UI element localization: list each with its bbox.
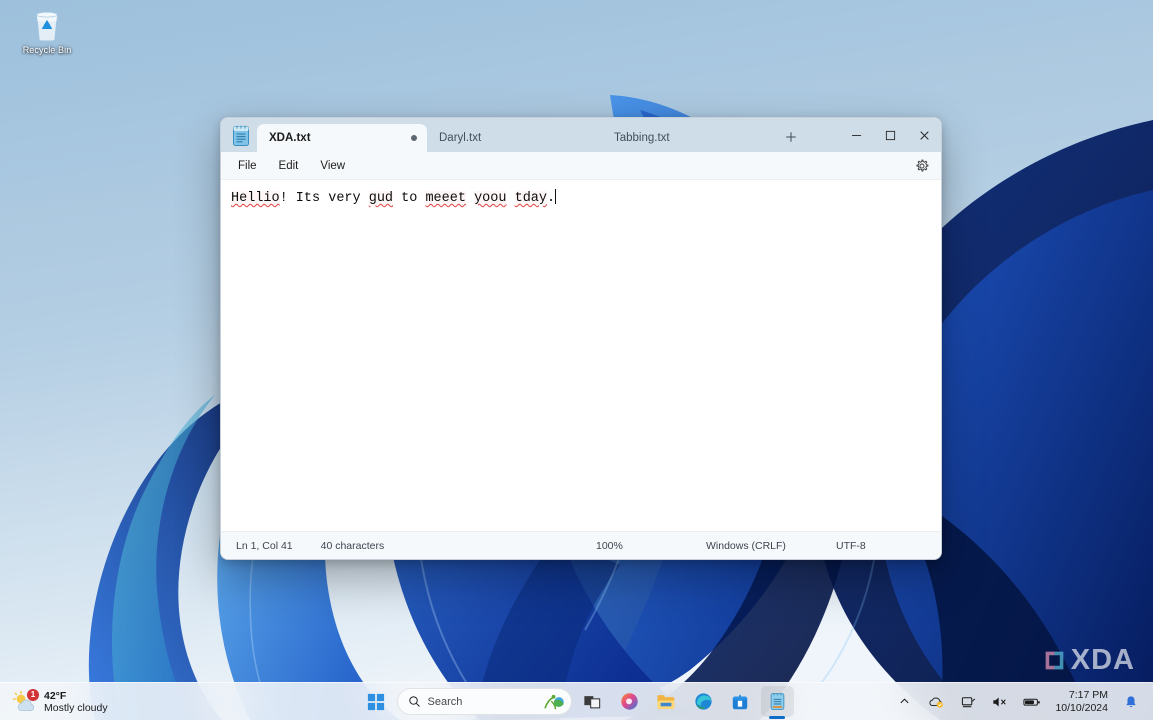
minimize-button[interactable]	[839, 118, 873, 152]
taskbar-copilot-button[interactable]	[613, 686, 646, 717]
edge-icon	[694, 693, 712, 710]
plus-icon	[786, 132, 796, 142]
new-tab-button[interactable]	[777, 124, 805, 150]
tray-onedrive-button[interactable]	[921, 688, 951, 716]
menu-bar[interactable]: File Edit View	[221, 152, 941, 180]
bell-icon	[1126, 695, 1136, 707]
text-run	[506, 191, 514, 206]
desktop: Recycle Bin XDA.txt Daryl.txt Tabbing.tx…	[0, 0, 1153, 720]
text-editor-area[interactable]: Hellio! Its very gud to meeet yoou tday.	[221, 180, 941, 531]
misspelled-word: tday	[514, 191, 547, 206]
partly-cloudy-icon: 1	[12, 688, 39, 714]
close-icon	[919, 130, 929, 140]
copilot-icon	[620, 693, 638, 710]
status-zoom-level[interactable]: 100%	[596, 540, 706, 552]
notification-center-button[interactable]	[1116, 688, 1146, 716]
status-right-group: 100% Windows (CRLF) UTF-8	[596, 540, 941, 552]
tray-battery-button[interactable]	[1017, 688, 1047, 716]
tray-network-button[interactable]	[953, 688, 983, 716]
gear-icon	[916, 159, 929, 172]
microsoft-store-icon	[732, 694, 748, 709]
unsaved-changes-dot	[411, 135, 417, 141]
taskbar-edge-button[interactable]	[687, 686, 720, 717]
task-view-icon	[584, 695, 601, 708]
notepad-icon	[231, 125, 251, 147]
status-bar: Ln 1, Col 41 40 characters 100% Windows …	[221, 531, 941, 559]
xda-watermark: XDA	[1043, 644, 1135, 677]
settings-button[interactable]	[911, 155, 933, 177]
maximize-button[interactable]	[873, 118, 907, 152]
text-run: ! Its very	[279, 191, 369, 206]
weather-text-group: 42°F Mostly cloudy	[44, 690, 108, 714]
misspelled-word: yoou	[474, 191, 507, 206]
text-run	[466, 191, 474, 206]
recycle-bin-label: Recycle Bin	[22, 45, 72, 55]
notepad-icon	[770, 693, 784, 710]
onedrive-icon	[929, 697, 944, 708]
clock-time: 7:17 PM	[1068, 688, 1108, 701]
menu-view[interactable]: View	[309, 157, 356, 175]
minimize-icon	[851, 134, 861, 136]
weather-temperature: 42°F	[44, 689, 67, 702]
taskbar-center-cluster[interactable]: Search	[360, 686, 794, 717]
folder-icon	[657, 694, 675, 709]
network-icon	[961, 696, 976, 707]
menu-edit[interactable]: Edit	[268, 157, 310, 175]
menu-file[interactable]: File	[227, 157, 268, 175]
text-run: .	[547, 191, 556, 206]
status-cursor-position[interactable]: Ln 1, Col 41	[236, 540, 293, 552]
weather-condition: Mostly cloudy	[44, 701, 108, 714]
tab-title: XDA.txt	[269, 132, 311, 144]
misspelled-word: gud	[368, 191, 394, 206]
maximize-icon	[885, 130, 895, 140]
tray-overflow-button[interactable]	[889, 688, 919, 716]
tab-tabbing[interactable]: Tabbing.txt	[602, 124, 777, 152]
text-caret	[555, 189, 557, 204]
weather-notification-badge: 1	[27, 688, 39, 701]
status-character-count: 40 characters	[320, 540, 385, 552]
taskbar-microsoft-store-button[interactable]	[724, 686, 757, 717]
tab-daryl[interactable]: Daryl.txt	[427, 124, 602, 152]
tray-volume-button[interactable]	[985, 688, 1015, 716]
taskbar-file-explorer-button[interactable]	[650, 686, 683, 717]
document-line-1[interactable]: Hellio! Its very gud to meeet yoou tday.	[231, 189, 557, 206]
clock-date: 10/10/2024	[1055, 701, 1108, 714]
window-caption-buttons[interactable]	[839, 118, 941, 152]
search-icon	[408, 696, 420, 707]
search-placeholder: Search	[427, 695, 463, 708]
chevron-up-icon	[900, 698, 909, 704]
tab-title: Tabbing.txt	[614, 132, 670, 144]
xda-watermark-text: XDA	[1070, 644, 1135, 676]
system-tray[interactable]: 7:17 PM 10/10/2024	[889, 688, 1153, 716]
misspelled-word: Hellio	[231, 191, 280, 206]
taskbar-task-view-button[interactable]	[576, 686, 609, 717]
recycle-bin-icon	[32, 8, 62, 42]
desktop-icon-recycle-bin[interactable]: Recycle Bin	[4, 4, 90, 70]
battery-icon	[1023, 698, 1041, 706]
notepad-window[interactable]: XDA.txt Daryl.txt Tabbing.txt File Edit …	[220, 117, 942, 560]
taskbar-search-box[interactable]: Search	[396, 688, 572, 715]
windows-start-icon	[367, 693, 385, 710]
taskbar[interactable]: 1 42°F Mostly cloudy Search 7:17 PM 10/1…	[0, 682, 1153, 720]
status-encoding[interactable]: UTF-8	[836, 540, 941, 552]
window-titlebar[interactable]: XDA.txt Daryl.txt Tabbing.txt	[221, 118, 941, 152]
tab-xda[interactable]: XDA.txt	[257, 124, 427, 152]
xda-logo-icon	[1045, 651, 1064, 670]
taskbar-clock[interactable]: 7:17 PM 10/10/2024	[1049, 688, 1114, 716]
tab-strip[interactable]: XDA.txt Daryl.txt Tabbing.txt	[257, 118, 839, 152]
tab-title: Daryl.txt	[439, 132, 482, 144]
taskbar-notepad-button[interactable]	[760, 686, 794, 717]
text-run: to	[393, 191, 426, 206]
status-line-ending[interactable]: Windows (CRLF)	[706, 540, 836, 552]
status-left-group: Ln 1, Col 41 40 characters	[221, 540, 384, 552]
misspelled-word: meeet	[425, 191, 466, 206]
taskbar-weather-widget[interactable]: 1 42°F Mostly cloudy	[4, 688, 118, 716]
search-highlight-icon	[543, 694, 564, 709]
start-button[interactable]	[360, 686, 393, 717]
close-button[interactable]	[907, 118, 941, 152]
volume-muted-icon	[993, 697, 1007, 706]
